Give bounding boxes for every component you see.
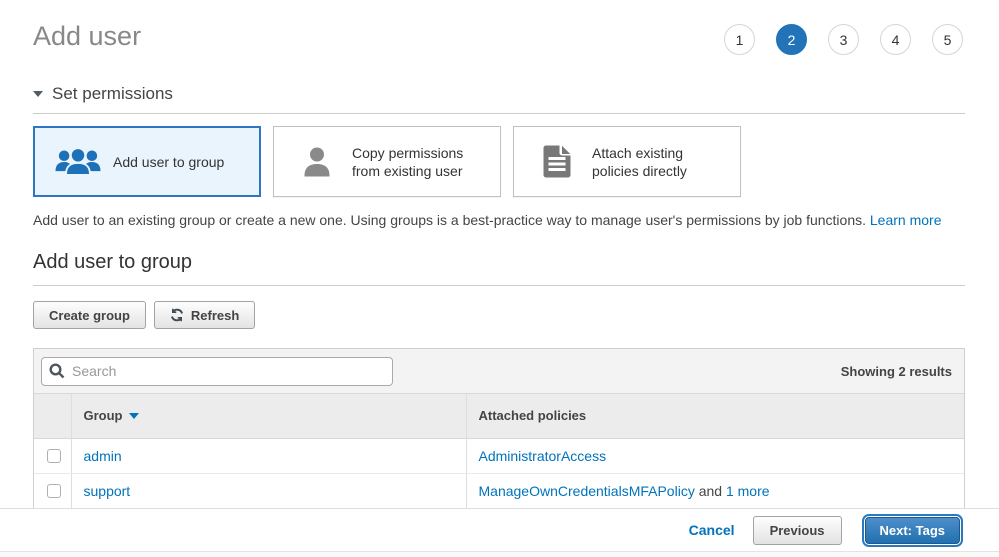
- add-user-to-group-heading: Add user to group: [33, 251, 965, 286]
- groups-table-container: Showing 2 results Group Attached policie…: [33, 348, 965, 509]
- sort-desc-icon: [129, 413, 139, 419]
- refresh-icon: [170, 308, 184, 322]
- option-copy-permissions[interactable]: Copy permissions from existing user: [273, 126, 501, 197]
- bottom-divider: [0, 551, 999, 557]
- option-label: Attach existing policies directly: [592, 144, 730, 180]
- policies-column-header: Attached policies: [466, 394, 964, 438]
- next-tags-button[interactable]: Next: Tags: [865, 517, 961, 544]
- table-header-row: Group Attached policies: [34, 394, 964, 438]
- option-add-user-to-group[interactable]: Add user to group: [33, 126, 261, 197]
- search-icon: [49, 363, 65, 384]
- user-group-icon: [55, 146, 101, 178]
- option-label: Add user to group: [113, 153, 224, 171]
- section-description: Add user to an existing group or create …: [33, 212, 965, 228]
- row-checkbox[interactable]: [47, 449, 61, 463]
- collapse-caret-icon: [33, 91, 43, 97]
- table-row-support: support ManageOwnCredentialsMFAPolicy an…: [34, 473, 964, 508]
- group-actions: Create group Refresh: [33, 301, 965, 329]
- search-input[interactable]: [41, 357, 393, 386]
- copy-user-icon: [294, 146, 340, 178]
- policy-link[interactable]: AdministratorAccess: [479, 448, 607, 464]
- permission-option-cards: Add user to group Copy permissions from …: [33, 126, 965, 197]
- more-policies-link[interactable]: 1 more: [726, 483, 770, 499]
- table-row-admin: admin AdministratorAccess: [34, 438, 964, 473]
- wizard-footer: Cancel Previous Next: Tags: [0, 508, 999, 551]
- next-button-focus-ring: Next: Tags: [862, 514, 964, 547]
- learn-more-link[interactable]: Learn more: [870, 212, 942, 228]
- create-group-button[interactable]: Create group: [33, 301, 146, 329]
- search-box: [41, 357, 393, 386]
- previous-button[interactable]: Previous: [753, 516, 842, 545]
- step-5: 5: [932, 24, 963, 55]
- select-all-header-cell: [34, 394, 71, 438]
- option-attach-policies[interactable]: Attach existing policies directly: [513, 126, 741, 197]
- groups-table: Group Attached policies admin Administra…: [34, 394, 964, 508]
- option-label: Copy permissions from existing user: [352, 144, 490, 180]
- cancel-link[interactable]: Cancel: [689, 522, 735, 538]
- policy-joiner-text: and: [695, 483, 726, 499]
- section-title: Set permissions: [52, 84, 173, 104]
- description-text: Add user to an existing group or create …: [33, 212, 870, 228]
- results-count: Showing 2 results: [841, 364, 952, 379]
- wizard-header: Add user 1 2 3 4 5: [33, 0, 965, 55]
- policy-link[interactable]: ManageOwnCredentialsMFAPolicy: [479, 483, 695, 499]
- step-indicator: 1 2 3 4 5: [724, 24, 963, 55]
- set-permissions-section-header[interactable]: Set permissions: [33, 84, 965, 114]
- group-name-link[interactable]: admin: [84, 448, 122, 464]
- policies-column-label: Attached policies: [479, 408, 587, 423]
- row-checkbox[interactable]: [47, 484, 61, 498]
- step-4: 4: [880, 24, 911, 55]
- refresh-button-label: Refresh: [191, 308, 239, 323]
- step-3: 3: [828, 24, 859, 55]
- refresh-button[interactable]: Refresh: [154, 301, 255, 329]
- step-1: 1: [724, 24, 755, 55]
- group-column-label: Group: [84, 408, 123, 423]
- group-column-header[interactable]: Group: [71, 394, 466, 438]
- table-toolbar: Showing 2 results: [34, 349, 964, 394]
- group-name-link[interactable]: support: [84, 483, 131, 499]
- policy-document-icon: [534, 145, 580, 178]
- page-title: Add user: [33, 20, 141, 52]
- step-2-active: 2: [776, 24, 807, 55]
